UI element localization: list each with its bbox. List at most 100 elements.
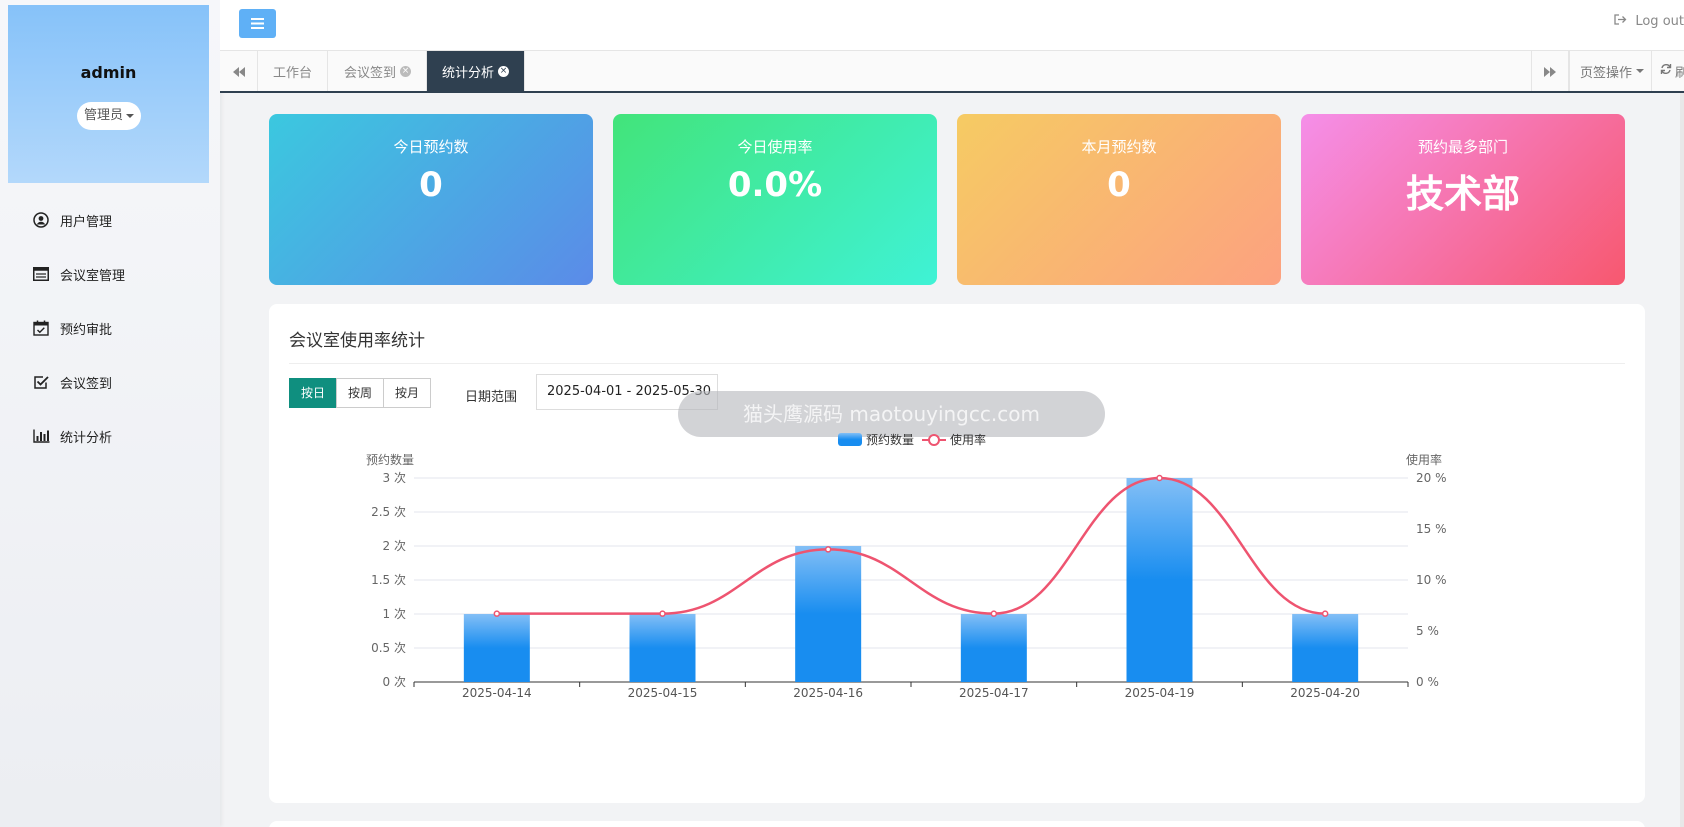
scrollbar[interactable]	[1680, 93, 1684, 827]
usage-rate-point	[1156, 474, 1163, 482]
sidebar-item-label: 会议室管理	[60, 268, 126, 284]
user-circle-icon	[32, 211, 50, 229]
sidebar-nav: 用户管理 会议室管理 预约审批 会议签到 统计分析	[0, 193, 220, 463]
room-list-icon	[32, 265, 50, 283]
usage-rate-point	[493, 610, 501, 617]
x-tick-label: 2025-04-17	[959, 686, 1029, 700]
logout-button[interactable]: Log out	[1614, 14, 1684, 29]
stat-card-month-bookings: 本月预约数 0	[957, 114, 1281, 285]
sidebar-item-label: 预约审批	[60, 322, 113, 338]
role-label: 管理员	[83, 108, 123, 123]
x-tick-label: 2025-04-14	[462, 686, 532, 700]
sidebar-item-label: 统计分析	[60, 430, 113, 446]
y-tick-label-left: 0.5 次	[371, 641, 406, 655]
user-panel: admin 管理员	[8, 5, 209, 183]
sidebar-item-label: 会议签到	[60, 376, 113, 392]
usage-chart: 0 次 0.5 次 1 次 1.5 次 2 次 2.5 次 3 次 0 % 5 % 10 % 15 …	[366, 432, 1447, 700]
sidebar-item-label: 用户管理	[60, 214, 113, 230]
x-tick-label: 2025-04-19	[1125, 686, 1195, 700]
user-name: admin	[80, 63, 137, 82]
stat-value: 技术部	[1405, 172, 1520, 216]
checkbox-icon	[32, 373, 50, 391]
calendar-check-icon	[32, 319, 50, 337]
legend-line-marker	[928, 434, 940, 446]
bar	[629, 614, 696, 682]
sidebar-item-checkin[interactable]: 会议签到	[0, 355, 220, 409]
usage-rate-point	[659, 610, 666, 617]
sidebar: admin 管理员 用户管理 会议室管理 预约审批 会议签到 统计分析	[0, 0, 220, 827]
tab-bar: 工作台 会议签到 × 统计分析 × 页签操作 刷	[220, 51, 1684, 93]
tab-checkin[interactable]: 会议签到 ×	[329, 51, 428, 91]
stat-label: 本月预约数	[1081, 138, 1157, 156]
legend-bar-swatch	[838, 433, 862, 446]
tab-workbench[interactable]: 工作台	[258, 51, 329, 91]
y-tick-label-left: 1 次	[383, 607, 406, 621]
legend-label-usage-rate: 使用率	[950, 432, 986, 447]
bar-chart-icon	[32, 427, 50, 445]
y-tick-label-left: 2.5 次	[371, 505, 406, 519]
sidebar-item-statistics[interactable]: 统计分析	[0, 409, 220, 463]
y-tick-label-right: 15 %	[1416, 522, 1447, 536]
double-chevron-right-icon	[1544, 62, 1556, 81]
x-tick-label: 2025-04-20	[1290, 686, 1360, 700]
usage-stats-panel: 会议室使用率统计 按日 按周 按月 日期范围 2025-04-01 - 2025…	[269, 304, 1645, 803]
close-icon[interactable]: ×	[400, 65, 412, 77]
y-tick-label-right: 10 %	[1416, 573, 1447, 587]
chevron-down-icon	[126, 113, 134, 118]
panel-title: 会议室使用率统计	[289, 331, 425, 351]
tab-statistics[interactable]: 统计分析 ×	[427, 51, 526, 91]
bar	[1126, 478, 1193, 682]
usage-rate-point	[1321, 610, 1329, 617]
refresh-icon	[1660, 63, 1672, 79]
menu-toggle-button[interactable]	[239, 9, 276, 38]
date-range-label: 日期范围	[465, 390, 518, 405]
stat-value: 0	[419, 165, 443, 205]
tab-label: 统计分析	[442, 65, 495, 81]
usage-rate-point	[990, 610, 998, 617]
bar	[463, 614, 530, 682]
by-month-button[interactable]: 按月	[383, 378, 432, 408]
by-week-button[interactable]: 按周	[336, 378, 385, 408]
y-tick-label-left: 2 次	[383, 539, 406, 553]
role-dropdown[interactable]: 管理员	[77, 102, 141, 130]
y-axis-title-right: 使用率	[1406, 452, 1442, 467]
y-tick-label-left: 0 次	[383, 675, 406, 689]
x-tick-label: 2025-04-16	[793, 686, 863, 700]
page-ops-label: 页签操作	[1580, 65, 1633, 81]
by-day-button[interactable]: 按日	[289, 378, 338, 408]
tab-scroll-left-button[interactable]	[220, 51, 258, 91]
granularity-toggle: 按日 按周 按月	[289, 378, 432, 408]
logout-label: Log out	[1635, 14, 1684, 29]
stat-value: 0	[1107, 165, 1131, 205]
sidebar-item-users[interactable]: 用户管理	[0, 193, 220, 247]
y-axis-title-left: 预约数量	[366, 452, 414, 467]
top-header: Log out	[220, 0, 1684, 51]
double-chevron-left-icon	[232, 62, 245, 81]
y-tick-label-right: 5 %	[1416, 624, 1439, 638]
sidebar-item-approval[interactable]: 预约审批	[0, 301, 220, 355]
legend-label-bookings: 预约数量	[866, 432, 914, 447]
stat-label: 今日预约数	[393, 138, 469, 156]
stat-label: 预约最多部门	[1417, 138, 1508, 156]
x-tick-label: 2025-04-15	[628, 686, 698, 700]
close-icon[interactable]: ×	[498, 65, 510, 77]
refresh-label: 刷	[1675, 62, 1684, 81]
y-tick-label-left: 1.5 次	[371, 573, 406, 587]
page-operations-dropdown[interactable]: 页签操作	[1569, 51, 1654, 91]
tab-label: 会议签到	[344, 65, 397, 81]
refresh-button[interactable]: 刷	[1651, 51, 1684, 91]
main-content: 今日预约数 0 今日使用率 0.0% 本月预约数 0 预约最多部门 技术部 会议…	[220, 93, 1684, 827]
y-tick-label-left: 3 次	[383, 471, 406, 485]
bar	[795, 546, 862, 682]
sign-out-icon	[1614, 14, 1627, 29]
tab-label: 工作台	[273, 65, 313, 81]
bar	[960, 614, 1027, 682]
y-tick-label-right: 0 %	[1416, 675, 1439, 689]
sidebar-item-rooms[interactable]: 会议室管理	[0, 247, 220, 301]
divider	[289, 363, 1625, 364]
stat-value: 0.0%	[727, 165, 823, 205]
y-tick-label-right: 20 %	[1416, 471, 1447, 485]
tab-scroll-right-button[interactable]	[1531, 51, 1569, 91]
stat-card-today-bookings: 今日预约数 0	[269, 114, 593, 285]
stat-card-top-department: 预约最多部门 技术部	[1301, 114, 1625, 285]
